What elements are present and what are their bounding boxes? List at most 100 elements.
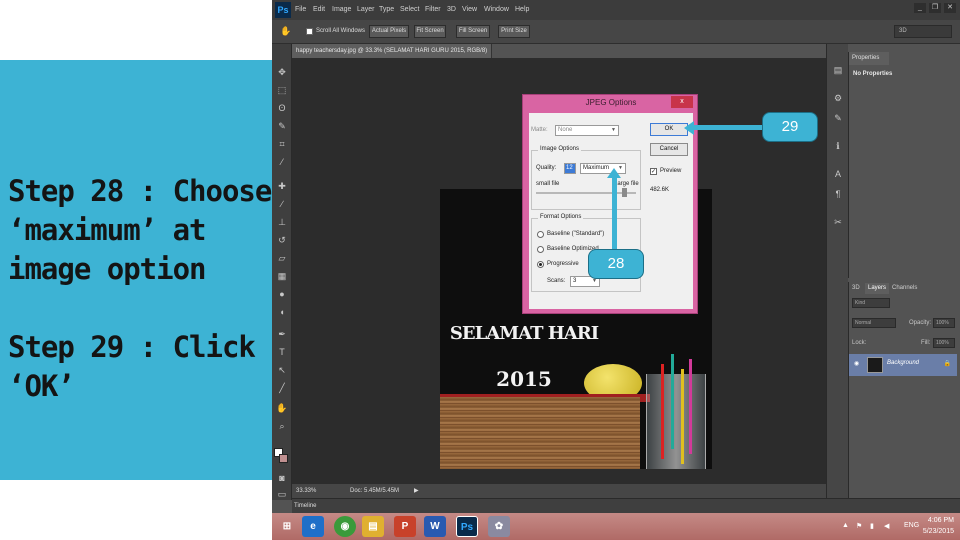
menu-type[interactable]: Type [379,6,394,13]
tray-volume-icon[interactable]: ◀ [884,522,889,530]
opacity-input[interactable]: 100% [933,318,955,328]
minimize-button[interactable]: _ [914,3,926,13]
zoom-tool-icon[interactable]: ⌕ [276,420,288,432]
tray-arrow-icon[interactable]: ▲ [842,522,849,529]
character-panel-icon[interactable]: A [832,168,844,180]
layer-row-background[interactable]: ◉ Background 🔒 [849,354,957,376]
type-tool-icon[interactable]: T [276,346,288,358]
blur-tool-icon[interactable]: ● [276,288,288,300]
timeline-panel[interactable]: Timeline [292,498,960,513]
workspace-select[interactable]: 3D [894,25,952,38]
blend-mode-select[interactable]: Normal [852,318,896,328]
powerpoint-icon[interactable]: P [394,516,416,537]
menu-image[interactable]: Image [332,6,351,13]
tab-layers[interactable]: Layers [865,283,890,294]
tab-channels[interactable]: Channels [889,283,920,294]
gradient-tool-icon[interactable]: ▦ [276,270,288,282]
crop-tool-icon[interactable]: ⌗ [276,138,288,150]
line-tool-icon[interactable]: ╱ [276,382,288,394]
layer-filter-select[interactable]: Kind [852,298,890,308]
paint-icon[interactable]: ✿ [488,516,510,537]
baseline-standard-label: Baseline ("Standard") [547,231,605,237]
ok-button[interactable]: OK [650,123,688,136]
menu-bar: Ps File Edit Image Layer Type Select Fil… [272,0,960,20]
menu-3d[interactable]: 3D [447,6,456,13]
windows-taskbar: ⊞ e ◉ ▤ P W Ps ✿ ▲ ⚑ ▮ ◀ ENG 4:06 PM 5/2… [272,513,960,540]
close-window-button[interactable]: ✕ [944,3,956,13]
background-color-swatch[interactable] [279,454,288,463]
chrome-icon[interactable]: ◉ [334,516,356,537]
taskbar-clock[interactable]: 4:06 PM 5/23/2015 [923,515,954,537]
adjustments-panel-icon[interactable]: ⚙ [832,92,844,104]
restore-button[interactable]: ❐ [929,3,941,13]
tool-presets-icon[interactable]: ✂ [832,216,844,228]
quality-slider-handle[interactable] [622,188,627,197]
preview-checkbox[interactable]: ✓ [650,168,657,175]
pen-tool-icon[interactable]: ✒ [276,328,288,340]
history-brush-icon[interactable]: ↺ [276,234,288,246]
baseline-optimized-radio[interactable] [537,246,544,253]
internet-explorer-icon[interactable]: e [302,516,324,537]
move-tool-icon[interactable]: ✥ [276,66,288,78]
properties-tab[interactable]: Properties [849,52,889,65]
actual-pixels-button[interactable]: Actual Pixels [369,25,409,38]
small-file-label: small file [536,181,560,187]
zoom-level[interactable]: 33.33% [296,488,316,494]
quality-slider-track[interactable] [536,192,636,194]
progressive-radio[interactable] [537,261,544,268]
menu-file[interactable]: File [295,6,306,13]
dodge-tool-icon[interactable]: ◖ [276,306,288,318]
tab-3d[interactable]: 3D [849,283,863,294]
baseline-standard-radio[interactable] [537,231,544,238]
healing-tool-icon[interactable]: ✚ [276,180,288,192]
menu-filter[interactable]: Filter [425,6,441,13]
tray-flag-icon[interactable]: ⚑ [856,522,862,530]
menu-window[interactable]: Window [484,6,509,13]
path-select-icon[interactable]: ↖ [276,364,288,376]
fill-screen-button[interactable]: Fill Screen [456,25,490,38]
hand-tool-icon[interactable]: ✋ [280,25,292,37]
quality-input[interactable]: 12 [564,163,576,174]
document-tab[interactable]: happy teachersday.jpg @ 33.3% (SELAMAT H… [292,44,492,68]
dialog-body: Matte: None ▼ Image Options Quality: 12 M… [529,113,693,309]
matte-select[interactable]: None ▼ [555,125,619,136]
menu-help[interactable]: Help [515,6,529,13]
brush-panel-icon[interactable]: ✎ [832,112,844,124]
menu-select[interactable]: Select [400,6,419,13]
fill-input[interactable]: 100% [933,338,955,348]
eyedropper-tool-icon[interactable]: ⁄ [276,156,288,168]
quick-mask-icon[interactable]: ◙ [276,472,288,484]
menu-layer[interactable]: Layer [357,6,375,13]
eraser-tool-icon[interactable]: ▱ [276,252,288,264]
scroll-all-windows-checkbox[interactable] [306,28,313,35]
history-panel-icon[interactable]: ▤ [832,64,844,76]
menu-view[interactable]: View [462,6,477,13]
stamp-tool-icon[interactable]: ⊥ [276,216,288,228]
screen-mode-icon[interactable]: ▭ [276,488,288,500]
brush-tool-icon[interactable]: ∕ [276,198,288,210]
file-explorer-icon[interactable]: ▤ [362,516,384,537]
callout-28-arrowhead-icon [607,168,621,178]
windows-start-icon[interactable]: ⊞ [276,516,298,537]
menu-edit[interactable]: Edit [313,6,325,13]
dialog-close-button[interactable]: x [671,96,693,108]
marquee-tool-icon[interactable]: ⬚ [276,84,288,96]
tray-network-icon[interactable]: ▮ [870,522,874,530]
cancel-button[interactable]: Cancel [650,143,688,156]
eye-icon[interactable]: ◉ [854,360,859,367]
photoshop-taskbar-icon[interactable]: Ps [456,516,478,537]
quick-select-tool-icon[interactable]: ✎ [276,120,288,132]
tray-language[interactable]: ENG [904,522,919,529]
paragraph-panel-icon[interactable]: ¶ [832,188,844,200]
lasso-tool-icon[interactable]: ʘ [276,102,288,114]
panel-icon-strip: ▤ ⚙ ✎ ℹ A ¶ ✂ [826,44,848,500]
print-size-button[interactable]: Print Size [498,25,530,38]
hand-tool-side-icon[interactable]: ✋ [276,402,288,414]
callout-29-arrow [690,125,762,130]
info-panel-icon[interactable]: ℹ [832,140,844,152]
window-controls: _ ❐ ✕ [914,3,956,13]
word-icon[interactable]: W [424,516,446,537]
status-menu-arrow-icon[interactable]: ▶ [414,487,419,494]
fit-screen-button[interactable]: Fit Screen [414,25,446,38]
book-stack-graphic [440,397,640,469]
